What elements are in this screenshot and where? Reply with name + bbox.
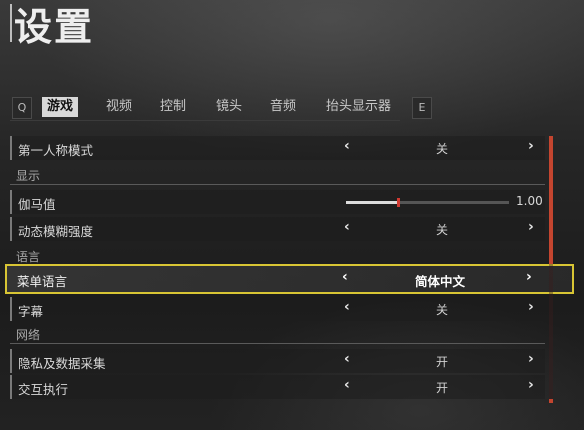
chevron-left-icon[interactable]: ‹ <box>344 377 350 393</box>
chevron-left-icon[interactable]: ‹ <box>344 219 350 235</box>
chevron-right-icon[interactable]: › <box>528 299 534 315</box>
setting-motion-blur[interactable]: 动态模糊强度 ‹ 关 › <box>10 217 545 241</box>
tab-game[interactable]: 游戏 <box>42 97 79 117</box>
section-display: 显示 <box>10 167 545 185</box>
setting-label: 第一人称模式 <box>18 143 94 158</box>
tab-video[interactable]: 视频 <box>104 97 134 117</box>
setting-gamma[interactable]: 伽马值 1.00 <box>10 190 545 214</box>
chevron-right-icon[interactable]: › <box>528 138 534 154</box>
title-accent-bar <box>10 4 12 42</box>
scrollbar-end-marker <box>549 399 553 403</box>
selection-highlight <box>5 264 574 294</box>
tab-hud[interactable]: 抬头显示器 <box>324 97 393 117</box>
setting-label: 字幕 <box>18 304 44 319</box>
setting-crossplay[interactable]: 交互执行 ‹ 开 › <box>10 375 545 399</box>
setting-privacy[interactable]: 隐私及数据采集 ‹ 开 › <box>10 349 545 373</box>
scrollbar-thumb[interactable] <box>549 136 553 264</box>
chevron-left-icon[interactable]: ‹ <box>344 299 350 315</box>
chevron-left-icon[interactable]: ‹ <box>344 351 350 367</box>
tab-camera[interactable]: 镜头 <box>214 97 244 117</box>
chevron-right-icon[interactable]: › <box>528 377 534 393</box>
prev-tab-key[interactable]: Q <box>12 97 32 119</box>
setting-value: 关 <box>435 142 448 156</box>
setting-value: 关 <box>435 223 448 237</box>
setting-value: 1.00 <box>516 194 543 208</box>
setting-label: 伽马值 <box>18 197 56 212</box>
chevron-left-icon[interactable]: ‹ <box>344 138 350 154</box>
setting-value: 开 <box>435 381 448 395</box>
scrollbar[interactable] <box>549 136 553 402</box>
gamma-slider[interactable] <box>346 198 509 207</box>
setting-first-person[interactable]: 第一人称模式 ‹ 关 › <box>10 136 545 160</box>
tab-audio[interactable]: 音频 <box>268 97 298 117</box>
setting-value: 关 <box>435 303 448 317</box>
setting-label: 动态模糊强度 <box>18 224 94 239</box>
tab-controls[interactable]: 控制 <box>158 97 188 117</box>
setting-label: 隐私及数据采集 <box>18 356 106 371</box>
tab-bar: Q 游戏 视频 控制 镜头 音频 抬头显示器 E <box>12 97 432 119</box>
setting-value: 开 <box>435 355 448 369</box>
slider-fill <box>346 201 398 204</box>
setting-label: 交互执行 <box>18 382 69 397</box>
tab-divider <box>10 120 400 121</box>
section-network: 网络 <box>10 326 545 344</box>
slider-handle[interactable] <box>397 198 400 207</box>
chevron-right-icon[interactable]: › <box>528 219 534 235</box>
next-tab-key[interactable]: E <box>412 97 432 119</box>
setting-subtitles[interactable]: 字幕 ‹ 关 › <box>10 297 545 321</box>
chevron-right-icon[interactable]: › <box>528 351 534 367</box>
page-title: 设置 <box>14 5 95 49</box>
